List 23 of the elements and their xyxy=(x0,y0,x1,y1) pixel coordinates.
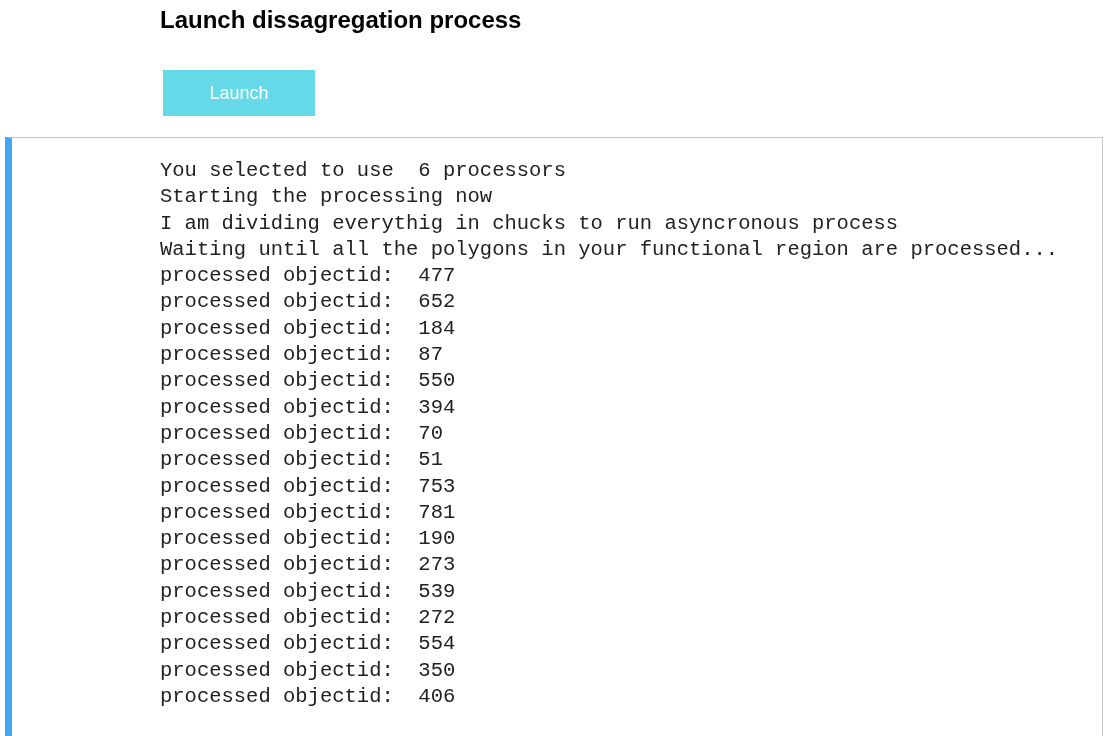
output-line: You selected to use 6 processors xyxy=(160,158,566,184)
output-line: processed objectid: 781 xyxy=(160,499,456,526)
output-line: processed objectid: 273 xyxy=(160,552,456,579)
output-line: I am dividing everythig in chucks to run asyncronous process xyxy=(160,210,899,237)
page-title: Launch dissagregation process xyxy=(160,6,522,34)
launch-button[interactable]: Launch xyxy=(163,70,315,116)
output-line: processed objectid: 406 xyxy=(160,683,456,710)
output-line: Waiting until all the polygons in your functional region are processed... xyxy=(160,236,1059,263)
output-line: processed objectid: 394 xyxy=(160,394,456,421)
output-line: Starting the processing now xyxy=(160,184,493,211)
output-line: processed objectid: 539 xyxy=(160,578,456,605)
output-line: processed objectid: 350 xyxy=(160,657,456,684)
output-line: processed objectid: 652 xyxy=(160,289,456,316)
output-line: processed objectid: 184 xyxy=(160,315,456,342)
output-line: processed objectid: 550 xyxy=(160,368,456,395)
output-line: processed objectid: 51 xyxy=(160,447,443,474)
output-line: processed objectid: 753 xyxy=(160,473,456,500)
output-line: processed objectid: 87 xyxy=(160,342,443,369)
output-line: processed objectid: 477 xyxy=(160,263,456,290)
output-line: processed objectid: 554 xyxy=(160,631,456,658)
output-line: processed objectid: 272 xyxy=(160,605,456,632)
output-line: processed objectid: 190 xyxy=(160,526,456,553)
output-line: processed objectid: 70 xyxy=(160,420,443,447)
